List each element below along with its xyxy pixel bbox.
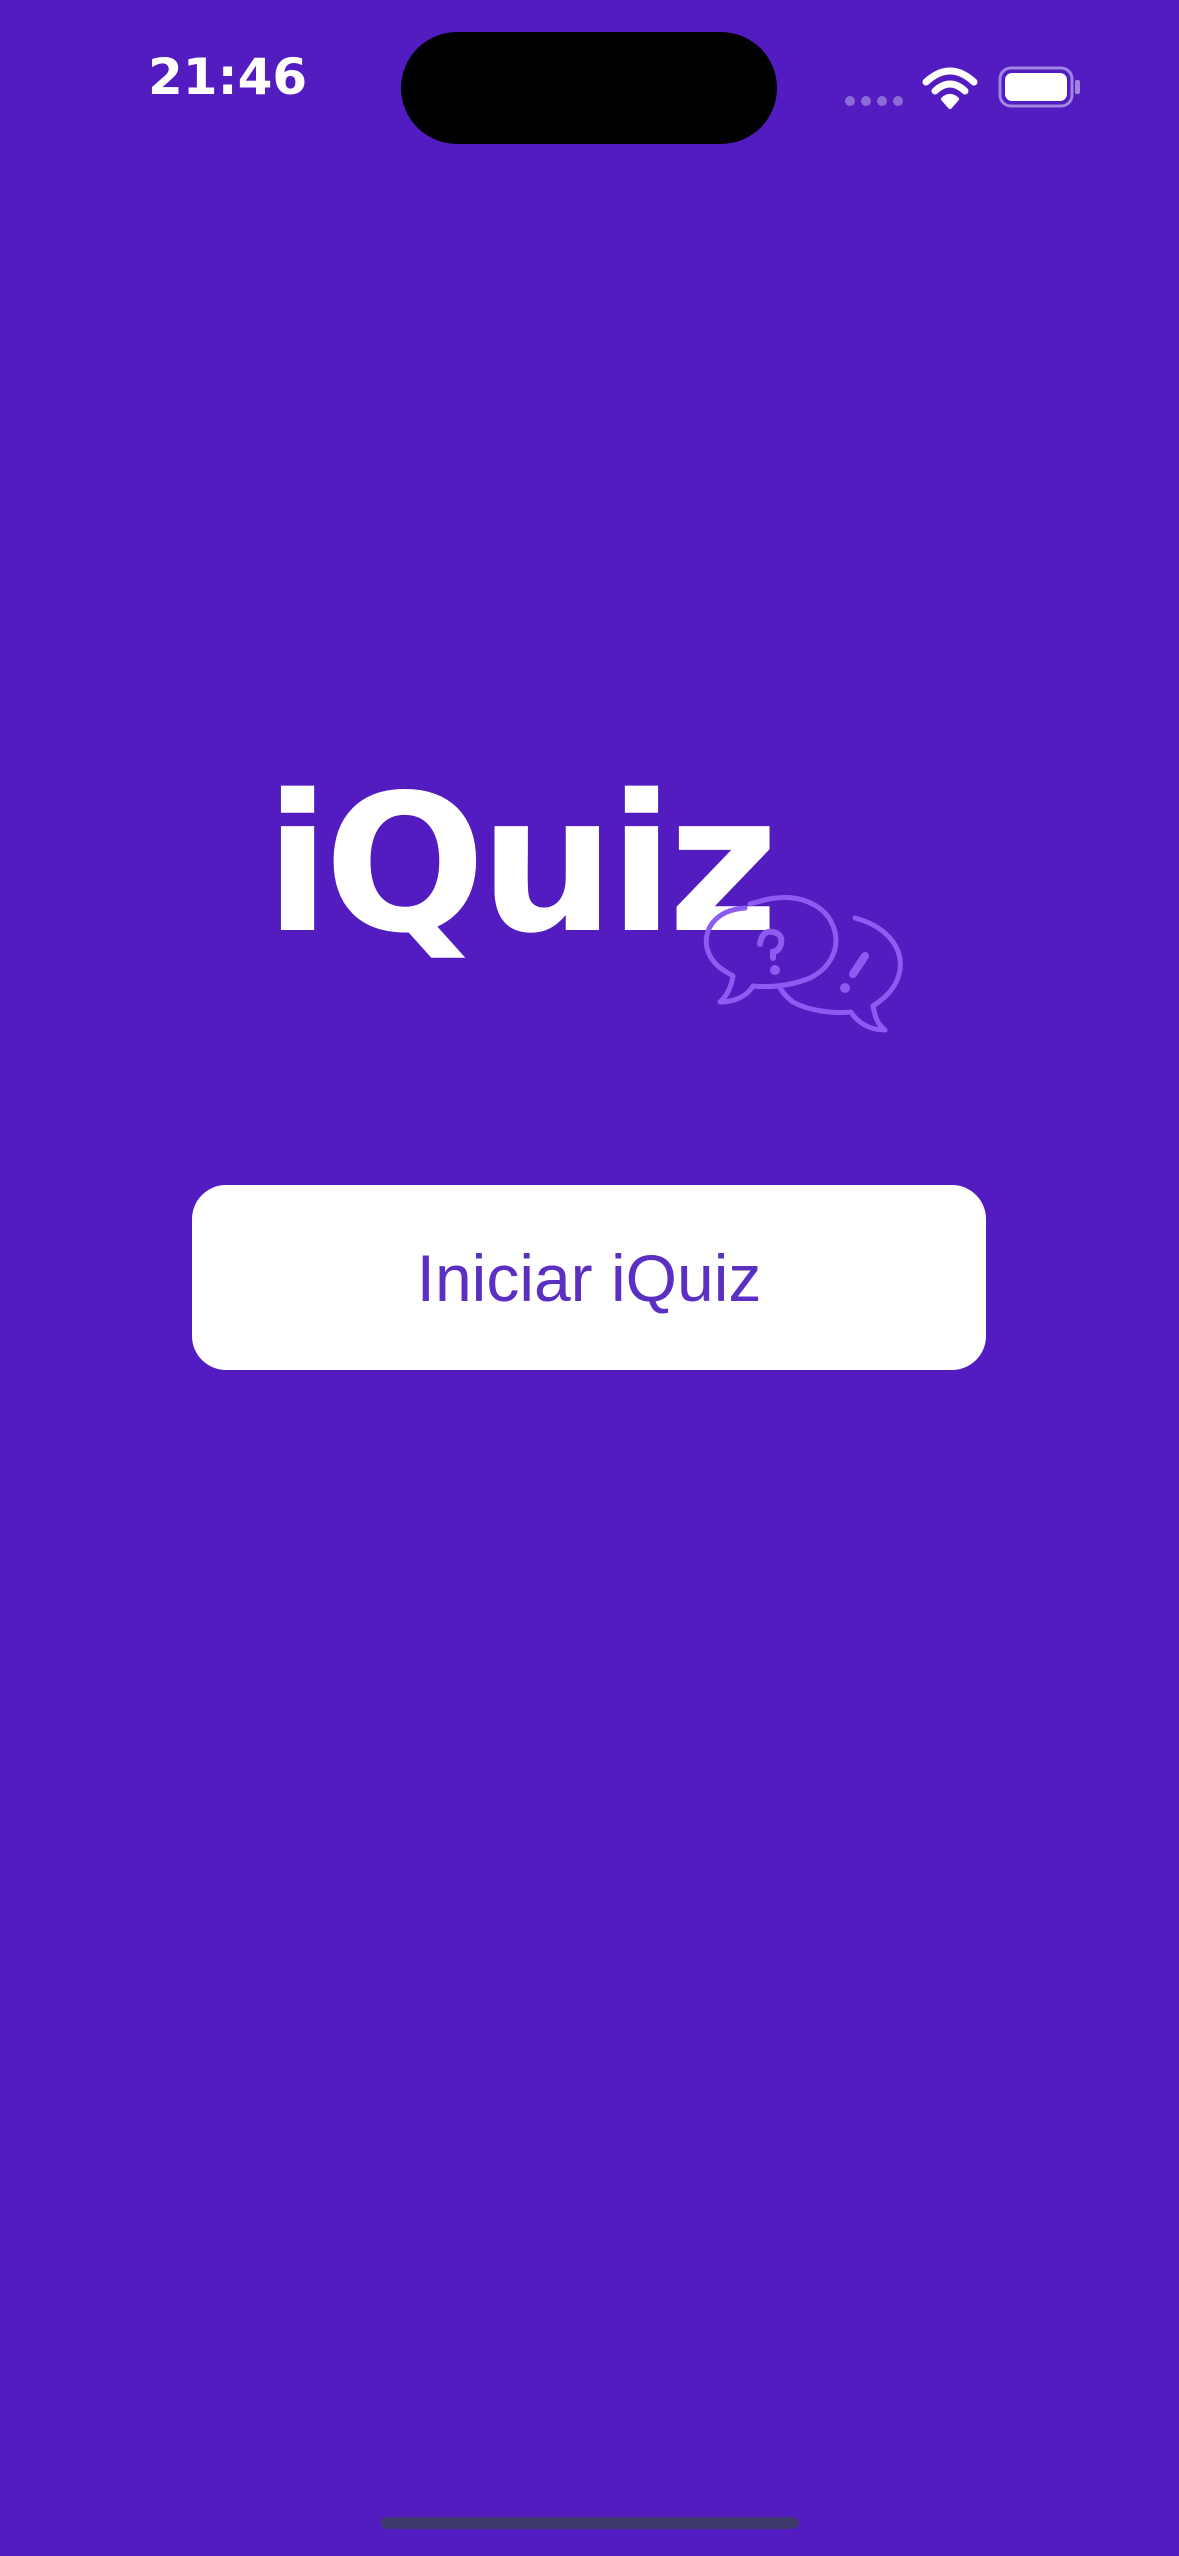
signal-icon <box>845 95 905 107</box>
app-logo: iQuiz <box>265 770 915 1070</box>
status-bar: 21:46 <box>0 0 1179 150</box>
wifi-icon <box>922 67 978 109</box>
battery-icon <box>998 66 1080 108</box>
home-indicator[interactable] <box>381 2517 799 2529</box>
dynamic-island <box>401 32 777 144</box>
status-time: 21:46 <box>148 48 308 106</box>
chat-bubbles-icon <box>703 895 903 1033</box>
start-quiz-button[interactable]: Iniciar iQuiz <box>192 1185 986 1370</box>
